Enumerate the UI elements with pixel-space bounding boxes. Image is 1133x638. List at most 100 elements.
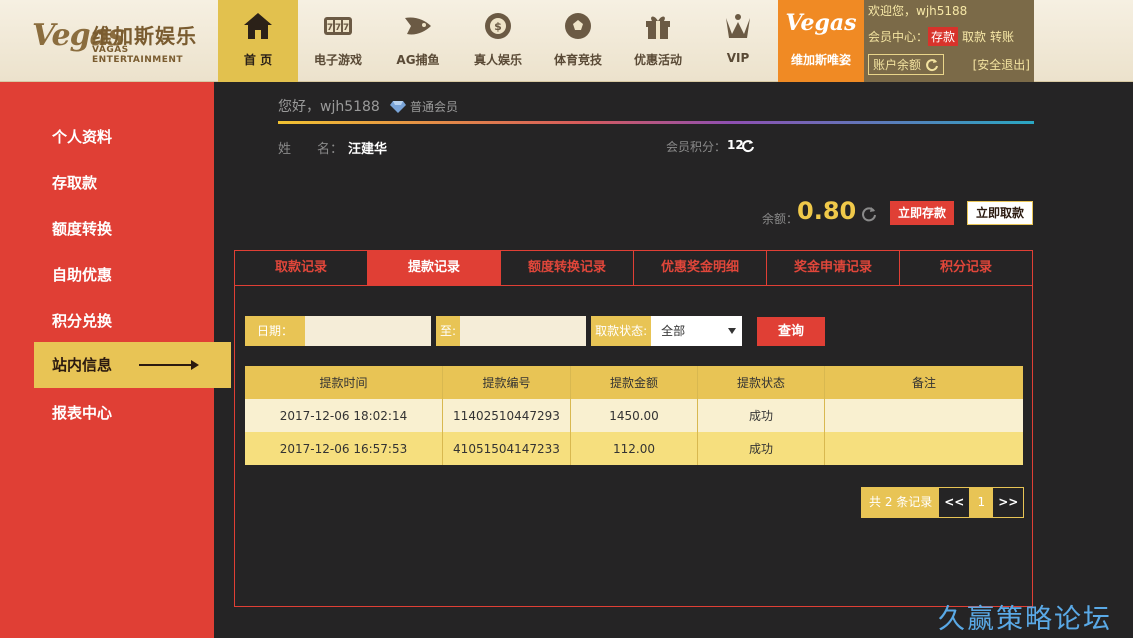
nav-sports[interactable]: 体育竞技	[538, 0, 618, 82]
name-label: 姓 名：	[278, 142, 344, 157]
sidebar-item-profile[interactable]: 个人资料	[52, 126, 112, 147]
balance-refresh-icon[interactable]	[861, 206, 877, 222]
column-header: 提款金额	[571, 366, 698, 399]
status-select-value: 全部	[661, 324, 686, 338]
nav-label: VIP	[726, 51, 750, 65]
arrow-right-icon	[139, 360, 199, 370]
header-withdraw-link[interactable]: 取款	[962, 28, 986, 45]
sidebar-item-label: 站内信息	[52, 356, 113, 374]
points-label: 会员积分：	[666, 140, 727, 154]
query-button[interactable]: 查询	[757, 317, 825, 346]
account-balance-label: 账户余额	[873, 58, 922, 72]
main-nav: 首 页 7 7 7 电子游戏 AG捕鱼 $ 真人娱乐 体育竞技 优惠活动 VIP…	[218, 0, 864, 82]
pagination-current-page[interactable]: 1	[969, 488, 994, 517]
brand-logo[interactable]: Vegas 维加斯娱乐 VAGAS ENTERTAINMENT	[30, 14, 210, 65]
tab-bonus-applications[interactable]: 奖金申请记录	[767, 251, 900, 285]
deposit-now-button[interactable]: 立即存款	[890, 201, 954, 225]
tab-points-records[interactable]: 积分记录	[900, 251, 1032, 285]
member-level: 普通会员	[390, 98, 458, 115]
header-transfer-link[interactable]: 转账	[990, 28, 1014, 45]
balance-label: 余额：	[762, 212, 799, 226]
svg-text:7: 7	[327, 23, 333, 33]
pagination: 共 2 条记录 << 1 >>	[861, 487, 1025, 518]
table-row: 2017-12-06 18:02:14 11402510447293 1450.…	[245, 399, 1023, 432]
svg-text:7: 7	[343, 23, 349, 33]
header-deposit-button[interactable]: 存款	[928, 27, 959, 46]
table-row: 2017-12-06 16:57:53 41051504147233 112.0…	[245, 432, 1023, 465]
tab-payout-records[interactable]: 提款记录	[368, 251, 501, 285]
tab-withdraw-records[interactable]: 取款记录	[235, 251, 368, 285]
table-cell: 11402510447293	[443, 399, 571, 432]
date-from-input[interactable]	[305, 316, 432, 346]
filter-bar: 日期： 至: 取款状态: 全部	[245, 316, 743, 346]
top-header: Vegas 维加斯娱乐 VAGAS ENTERTAINMENT 首 页 7 7 …	[0, 0, 1133, 82]
table-cell: 2017-12-06 16:57:53	[245, 432, 443, 465]
welcome-text: 欢迎您，wjh5188	[868, 4, 968, 18]
status-label: 取款状态:	[591, 316, 652, 346]
withdraw-now-button[interactable]: 立即取款	[967, 201, 1033, 225]
column-header: 提款编号	[443, 366, 571, 399]
fish-icon	[405, 17, 431, 35]
nav-brand-item[interactable]: Vegas 维加斯唯姿	[778, 0, 864, 82]
gift-icon	[646, 16, 670, 39]
column-header: 提款时间	[245, 366, 443, 399]
table-cell: 成功	[698, 399, 825, 432]
name-value: 汪建华	[348, 142, 388, 157]
table-header: 提款时间 提款编号 提款金额 提款状态 备注	[245, 366, 1023, 399]
divider-line	[278, 121, 1034, 124]
column-header: 提款状态	[698, 366, 825, 399]
svg-text:7: 7	[335, 23, 341, 33]
table-cell	[825, 432, 1023, 465]
vip-crown-icon	[726, 14, 750, 38]
home-icon	[244, 13, 272, 39]
points-refresh-icon[interactable]	[741, 139, 755, 153]
table-cell	[825, 399, 1023, 432]
records-panel: 取款记录 提款记录 额度转换记录 优惠奖金明细 奖金申请记录 积分记录 日期： …	[234, 250, 1033, 607]
logout-link[interactable]: [安全退出]	[973, 56, 1030, 73]
status-select[interactable]: 全部	[651, 316, 743, 346]
pagination-total: 共 2 条记录	[862, 488, 940, 517]
soccer-ball-icon	[565, 13, 591, 39]
balance-value: 0.80	[797, 197, 857, 225]
pagination-prev-button[interactable]: <<	[939, 488, 970, 517]
sidebar-item-transfer[interactable]: 额度转换	[52, 218, 112, 239]
sidebar-item-deposit-withdraw[interactable]: 存取款	[52, 172, 97, 193]
nav-label: AG捕鱼	[396, 53, 440, 67]
date-label: 日期：	[245, 316, 306, 346]
records-table: 提款时间 提款编号 提款金额 提款状态 备注 2017-12-06 18:02:…	[245, 366, 1023, 465]
nav-promotions[interactable]: 优惠活动	[618, 0, 698, 82]
tab-bonus-details[interactable]: 优惠奖金明细	[634, 251, 767, 285]
records-tabs: 取款记录 提款记录 额度转换记录 优惠奖金明细 奖金申请记录 积分记录	[235, 251, 1032, 286]
sidebar-item-self-promo[interactable]: 自助优惠	[52, 264, 112, 285]
svg-text:$: $	[494, 20, 502, 33]
table-cell: 112.00	[571, 432, 698, 465]
user-info-box: 欢迎您，wjh5188 会员中心： 存款 取款 转账 账户余额 [安全退出]	[864, 0, 1034, 82]
nav-slots[interactable]: 7 7 7 电子游戏	[298, 0, 378, 82]
account-balance-button[interactable]: 账户余额	[868, 54, 945, 75]
sidebar-item-messages[interactable]: 站内信息	[34, 342, 231, 388]
refresh-icon	[926, 58, 938, 71]
nav-label: 电子游戏	[313, 53, 362, 67]
sidebar: 个人资料 存取款 额度转换 自助优惠 积分兑换 站内信息 报表中心	[0, 82, 231, 638]
tab-transfer-records[interactable]: 额度转换记录	[501, 251, 634, 285]
table-cell: 成功	[698, 432, 825, 465]
member-level-label: 普通会员	[410, 100, 459, 114]
watermark-text: 久赢策略论坛	[938, 604, 1112, 635]
nav-fishing[interactable]: AG捕鱼	[378, 0, 458, 82]
column-header: 备注	[911, 376, 936, 390]
nav-home[interactable]: 首 页	[218, 0, 298, 82]
date-to-input[interactable]	[460, 316, 587, 346]
brand-script-logo: Vegas	[785, 10, 857, 36]
chevron-down-icon	[728, 328, 737, 334]
date-to-label: 至:	[436, 316, 461, 346]
pagination-next-button[interactable]: >>	[993, 488, 1024, 517]
sidebar-item-points-exchange[interactable]: 积分兑换	[52, 310, 112, 331]
sidebar-item-reports[interactable]: 报表中心	[52, 402, 112, 423]
nav-live-casino[interactable]: $ 真人娱乐	[458, 0, 538, 82]
nav-label: 真人娱乐	[473, 53, 522, 67]
nav-label: 优惠活动	[633, 53, 682, 67]
slot-machine-icon: 7 7 7	[324, 17, 352, 35]
nav-label: 首 页	[243, 53, 273, 67]
nav-vip[interactable]: VIP	[698, 0, 778, 82]
table-cell: 41051504147233	[443, 432, 571, 465]
